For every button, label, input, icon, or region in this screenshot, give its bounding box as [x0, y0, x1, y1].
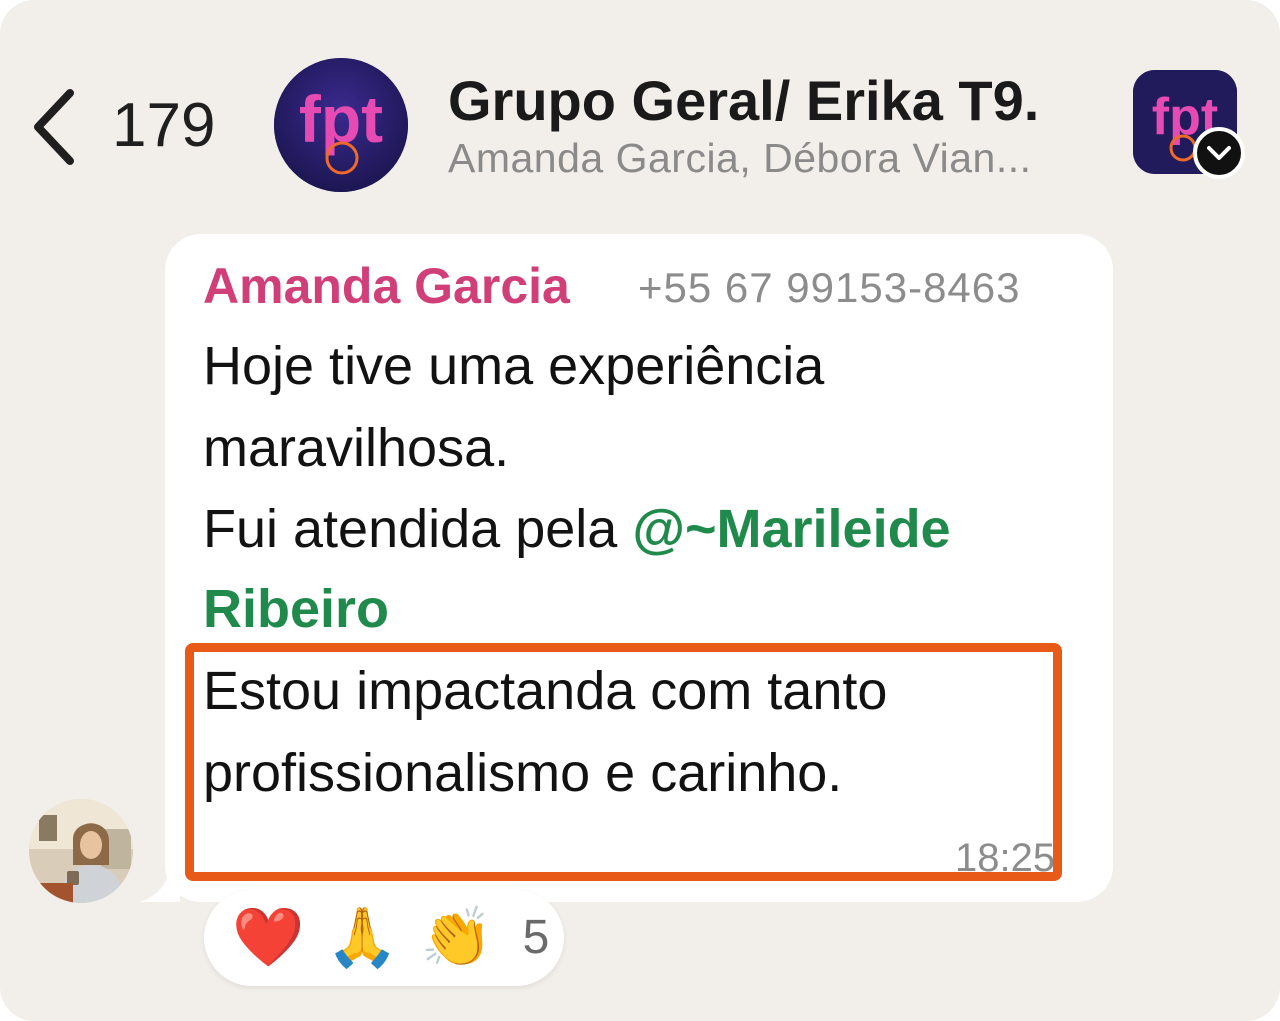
clapping-hands-icon: 👏	[420, 905, 493, 970]
chat-screen: 179 fpt Grupo Geral/ Erika T9. Amanda Ga…	[0, 0, 1280, 1021]
heart-icon: ❤️	[232, 905, 305, 970]
highlight-annotation	[185, 643, 1062, 881]
back-button[interactable]	[28, 82, 88, 172]
chevron-down-icon[interactable]	[1193, 127, 1245, 179]
chat-header-info[interactable]: Grupo Geral/ Erika T9. Amanda Garcia, Dé…	[448, 68, 1098, 182]
praying-hands-icon: 🙏	[326, 905, 399, 970]
group-avatar[interactable]: fpt	[274, 58, 408, 192]
reaction-count: 5	[522, 911, 550, 964]
message-line: Hoje tive uma experiência	[203, 336, 825, 396]
fpt-logo-icon: fpt	[274, 58, 408, 192]
mention-link[interactable]: Ribeiro	[203, 579, 389, 639]
sender-row: Amanda Garcia +55 67 99153-8463	[203, 256, 1103, 316]
message-text: Fui atendida pela	[203, 499, 633, 559]
chevron-left-icon	[34, 89, 74, 165]
group-members: Amanda Garcia, Débora Vian...	[448, 135, 1032, 181]
sender-phone: +55 67 99153-8463	[638, 264, 1021, 311]
unread-count[interactable]: 179	[112, 90, 215, 162]
message-line: maravilhosa.	[203, 418, 510, 478]
svg-text:fpt: fpt	[299, 82, 383, 156]
group-title: Grupo Geral/ Erika T9.	[448, 69, 1040, 132]
message-line: Fui atendida pela @~Marileide	[203, 497, 951, 561]
avatar[interactable]	[29, 799, 133, 903]
mention-link[interactable]: @~Marileide	[632, 499, 950, 559]
reactions-pill[interactable]: ❤️ 🙏 👏 5	[204, 890, 564, 986]
sender-name[interactable]: Amanda Garcia	[203, 256, 570, 316]
message-line: Ribeiro	[203, 577, 389, 641]
